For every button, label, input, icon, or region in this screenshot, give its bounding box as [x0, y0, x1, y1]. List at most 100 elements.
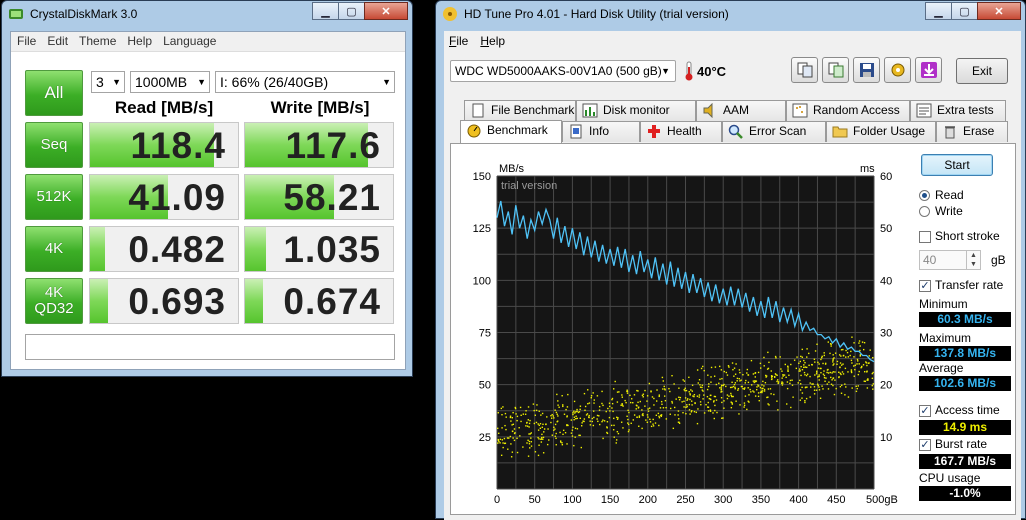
access-time-point — [566, 416, 568, 418]
access-time-point — [714, 366, 717, 368]
access-time-point — [701, 384, 704, 386]
tab-file-benchmark[interactable]: File Benchmark — [464, 100, 576, 121]
tab-health[interactable]: Health — [640, 121, 722, 142]
access-time-point — [635, 408, 637, 410]
write-radio[interactable] — [919, 206, 930, 217]
stroke-size-input[interactable]: 40 ▲ ▼ — [919, 250, 981, 270]
trial-watermark: trial version — [501, 180, 557, 192]
all-button[interactable]: All — [25, 70, 83, 116]
access-time-point — [599, 423, 601, 426]
access-time-point — [612, 410, 614, 413]
tab-random-access[interactable]: Random Access — [786, 100, 910, 121]
access-time-point — [859, 355, 861, 357]
read-radio[interactable] — [919, 190, 930, 201]
access-time-point — [752, 380, 755, 382]
access-time-point — [636, 389, 638, 392]
4k-button[interactable]: 4K — [25, 226, 83, 272]
tab-folder-usage[interactable]: Folder Usage — [826, 121, 936, 142]
cdm-titlebar[interactable]: CrystalDiskMark 3.0 ▁ ▢ ✕ — [2, 1, 412, 27]
access-time-point — [598, 405, 601, 408]
tab-erase[interactable]: Erase — [936, 121, 1008, 142]
access-time-checkbox[interactable]: ✓ — [919, 405, 931, 417]
access-time-point — [714, 409, 716, 412]
menu-file[interactable]: File — [444, 31, 475, 51]
size-select[interactable]: 1000MB ▼ — [130, 71, 210, 93]
minimize-button[interactable]: ▁ — [312, 2, 339, 20]
access-time-point — [542, 452, 545, 454]
access-time-point — [589, 424, 592, 426]
tab-error-scan[interactable]: Error Scan — [722, 121, 826, 142]
access-time-point — [522, 446, 524, 448]
transfer-rate-checkbox[interactable]: ✓ — [919, 280, 931, 292]
maximize-button[interactable]: ▢ — [951, 2, 978, 20]
seq-button[interactable]: Seq — [25, 122, 83, 168]
access-time-point — [706, 395, 709, 398]
maximize-button[interactable]: ▢ — [338, 2, 365, 20]
short-stroke-checkbox[interactable] — [919, 231, 931, 243]
access-time-point — [687, 398, 689, 400]
average-label: Average — [919, 361, 964, 375]
access-time-point — [804, 399, 806, 402]
menu-language[interactable]: Language — [157, 32, 221, 51]
access-time-point — [806, 366, 808, 369]
menu-help[interactable]: Help — [121, 32, 157, 51]
exit-button[interactable]: Exit — [956, 58, 1008, 84]
access-time-point — [733, 367, 736, 369]
access-time-point — [516, 419, 518, 422]
drive-select[interactable]: I: 66% (26/40GB) ▼ — [215, 71, 395, 93]
minimize-button[interactable]: ▁ — [925, 2, 952, 20]
menu-edit[interactable]: Edit — [41, 32, 73, 51]
options-button[interactable] — [884, 57, 911, 83]
access-time-point — [669, 407, 672, 410]
access-time-point — [752, 390, 754, 392]
access-time-point — [803, 366, 805, 369]
tab-benchmark[interactable]: Benchmark — [460, 120, 562, 143]
access-time-point — [647, 408, 649, 410]
burst-rate-checkbox[interactable]: ✓ — [919, 439, 931, 451]
access-time-point — [754, 395, 757, 397]
access-time-point — [616, 401, 619, 403]
tab-extra-tests[interactable]: Extra tests — [910, 100, 1006, 121]
access-time-point — [688, 376, 690, 379]
close-button[interactable]: ✕ — [364, 2, 408, 20]
menu-help[interactable]: Help — [475, 31, 512, 51]
access-time-point — [836, 363, 838, 365]
runs-select[interactable]: 3 ▼ — [91, 71, 125, 93]
x-tick-label: 500gB — [866, 494, 898, 506]
access-time-point — [734, 373, 737, 375]
comment-box[interactable] — [25, 334, 395, 360]
access-time-point — [757, 392, 760, 394]
access-time-point — [528, 440, 531, 443]
access-time-point — [502, 406, 504, 408]
close-button[interactable]: ✕ — [977, 2, 1021, 20]
menu-file[interactable]: File — [11, 32, 41, 51]
exit-to-tray-button[interactable] — [915, 57, 942, 83]
access-time-point — [557, 404, 559, 406]
access-time-point — [660, 414, 663, 416]
access-time-point — [790, 406, 792, 409]
copy-button[interactable] — [791, 57, 818, 83]
menu-theme[interactable]: Theme — [73, 32, 121, 51]
tab-info[interactable]: Info — [562, 121, 640, 142]
drive-select[interactable]: WDC WD5000AAKS-00V1A0 (500 gB) ▼ — [450, 60, 676, 82]
access-time-point — [652, 423, 654, 425]
4k-read-cell: 0.482 — [89, 226, 239, 272]
spin-arrows-icon[interactable]: ▲ ▼ — [966, 251, 980, 269]
tab-aam[interactable]: AAM — [696, 100, 786, 121]
tab-disk-monitor[interactable]: Disk monitor — [576, 100, 696, 121]
access-time-point — [611, 407, 613, 409]
512k-button[interactable]: 512K — [25, 174, 83, 220]
access-time-point — [616, 418, 619, 420]
runs-value: 3 — [96, 74, 104, 90]
access-time-point — [554, 435, 556, 437]
access-time-point — [795, 367, 798, 370]
hdtune-titlebar[interactable]: HD Tune Pro 4.01 - Hard Disk Utility (tr… — [436, 1, 1025, 27]
access-time-point — [582, 420, 584, 422]
access-time-point — [771, 378, 773, 380]
start-button[interactable]: Start — [921, 154, 993, 176]
save-button[interactable] — [853, 57, 880, 83]
access-time-point — [537, 454, 540, 457]
access-time-point — [773, 393, 775, 396]
copy-info-button[interactable] — [822, 57, 849, 83]
4k-qd32-button[interactable]: 4K QD32 — [25, 278, 83, 324]
